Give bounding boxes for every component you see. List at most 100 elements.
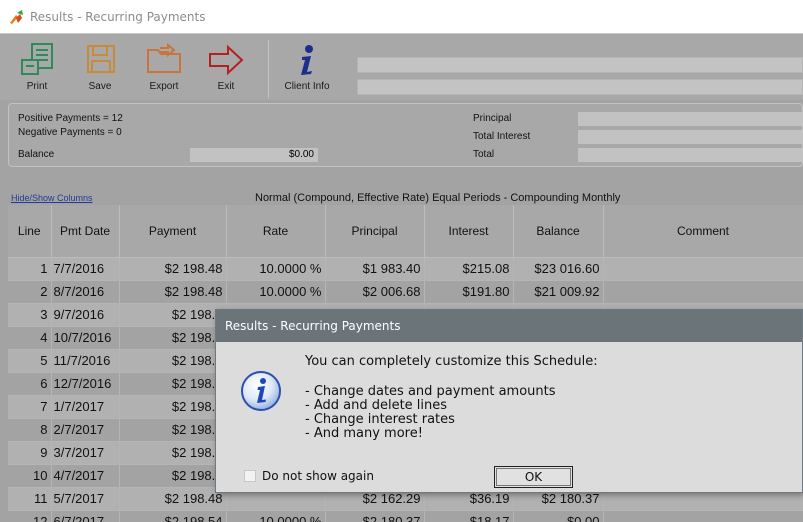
- cell-rate[interactable]: 10.0000 %: [226, 280, 326, 304]
- cell-payment[interactable]: $2 198.4: [119, 326, 227, 350]
- summary-panel: Positive Payments = 12 Negative Payments…: [8, 103, 803, 167]
- cell-principal[interactable]: $2 006.68: [325, 280, 425, 304]
- principal-label: Principal: [473, 113, 512, 124]
- cell-line[interactable]: 1: [8, 257, 52, 281]
- cell-pmt-date[interactable]: 3/7/2017: [51, 441, 120, 465]
- cell-payment[interactable]: $2 198.4: [119, 418, 227, 442]
- save-button[interactable]: Save: [76, 42, 124, 92]
- cell-line[interactable]: 11: [8, 487, 52, 511]
- principal-value: [578, 112, 803, 126]
- column-header-pmt-date[interactable]: Pmt Date: [51, 205, 120, 258]
- table-row[interactable]: 2 8/7/2016 $2 198.48 10.0000 % $2 006.68 $191…: [8, 280, 803, 304]
- cell-balance[interactable]: $23 016.60: [513, 257, 604, 281]
- exit-arrow-icon: [209, 44, 244, 76]
- cell-payment[interactable]: $2 198.48: [119, 257, 227, 281]
- table-row[interactable]: 1 7/7/2016 $2 198.48 10.0000 % $1 983.40 $215…: [8, 257, 803, 281]
- cell-pmt-date[interactable]: 8/7/2016: [51, 280, 120, 304]
- dialog-title: Results - Recurring Payments: [216, 310, 802, 342]
- schedule-caption: Normal (Compound, Effective Rate) Equal …: [255, 192, 621, 204]
- app-logo-icon: [10, 10, 23, 24]
- dialog-message: You can completely customize this Schedu…: [305, 355, 598, 441]
- column-header-balance[interactable]: Balance: [513, 205, 604, 258]
- column-header-line[interactable]: Line: [8, 205, 52, 258]
- cell-line[interactable]: 9: [8, 441, 52, 465]
- column-header-interest[interactable]: Interest: [424, 205, 514, 258]
- cell-line[interactable]: 8: [8, 418, 52, 442]
- client-name-field[interactable]: [357, 57, 803, 73]
- print-label: Print: [26, 81, 48, 92]
- dialog-list-item: - Add and delete lines: [305, 398, 448, 413]
- cell-payment[interactable]: $2 198.4: [119, 395, 227, 419]
- do-not-show-checkbox[interactable]: [244, 470, 256, 482]
- cell-line[interactable]: 12: [8, 510, 52, 522]
- balance-value: $0.00: [190, 148, 318, 162]
- cell-line[interactable]: 4: [8, 326, 52, 350]
- hide-show-columns-link[interactable]: Hide/Show Columns: [11, 193, 93, 203]
- do-not-show-label[interactable]: Do not show again: [262, 469, 374, 483]
- client-info-button[interactable]: Client Info: [283, 42, 331, 92]
- cell-pmt-date[interactable]: 1/7/2017: [51, 395, 120, 419]
- cell-interest[interactable]: $215.08: [424, 257, 514, 281]
- cell-line[interactable]: 7: [8, 395, 52, 419]
- cell-line[interactable]: 10: [8, 464, 52, 488]
- cell-balance[interactable]: $0.00: [513, 510, 604, 522]
- cell-pmt-date[interactable]: 10/7/2016: [51, 326, 120, 350]
- dialog-list-item: - Change interest rates: [305, 412, 455, 427]
- exit-button[interactable]: Exit: [202, 42, 250, 92]
- cell-comment[interactable]: [603, 510, 803, 522]
- column-header-comment[interactable]: Comment: [603, 205, 803, 258]
- balance-label: Balance: [18, 149, 55, 160]
- cell-line[interactable]: 5: [8, 349, 52, 373]
- dialog-list-item: - And many more!: [305, 426, 423, 441]
- cell-payment[interactable]: $2 198.48: [119, 280, 227, 304]
- client-info-label: Client Info: [284, 81, 330, 92]
- cell-pmt-date[interactable]: 6/7/2017: [51, 510, 120, 522]
- info-i-icon: [301, 45, 313, 75]
- cell-rate[interactable]: 10.0000 %: [226, 257, 326, 281]
- cell-pmt-date[interactable]: 7/7/2016: [51, 257, 120, 281]
- negative-payments-text: Negative Payments = 0: [18, 127, 122, 138]
- cell-comment[interactable]: [603, 280, 803, 304]
- dialog-list-item: - Change dates and payment amounts: [305, 384, 556, 399]
- export-button[interactable]: Export: [140, 42, 188, 92]
- cell-pmt-date[interactable]: 5/7/2017: [51, 487, 120, 511]
- cell-payment[interactable]: $2 198.4: [119, 464, 227, 488]
- cell-line[interactable]: 3: [8, 303, 52, 327]
- total-interest-label: Total Interest: [473, 131, 531, 142]
- cell-interest[interactable]: $191.80: [424, 280, 514, 304]
- cell-line[interactable]: 6: [8, 372, 52, 396]
- info-dialog: Results - Recurring Payments You can com…: [215, 309, 803, 493]
- cell-pmt-date[interactable]: 2/7/2017: [51, 418, 120, 442]
- exit-label: Exit: [217, 81, 235, 92]
- export-label: Export: [149, 81, 179, 92]
- cell-payment[interactable]: $2 198.48: [119, 487, 227, 511]
- cell-pmt-date[interactable]: 12/7/2016: [51, 372, 120, 396]
- cell-payment[interactable]: $2 198.4: [119, 303, 227, 327]
- cell-rate[interactable]: 10.0000 %: [226, 510, 326, 522]
- cell-comment[interactable]: [603, 257, 803, 281]
- positive-payments-text: Positive Payments = 12: [18, 113, 123, 124]
- cell-interest[interactable]: $18.17: [424, 510, 514, 522]
- title-bar: Results - Recurring Payments: [0, 0, 803, 34]
- table-row[interactable]: 12 6/7/2017 $2 198.54 10.0000 % $2 180.37 $18…: [8, 510, 803, 522]
- column-header-rate[interactable]: Rate: [226, 205, 326, 258]
- cell-balance[interactable]: $21 009.92: [513, 280, 604, 304]
- cell-payment[interactable]: $2 198.4: [119, 372, 227, 396]
- cell-payment[interactable]: $2 198.54: [119, 510, 227, 522]
- cell-pmt-date[interactable]: 4/7/2017: [51, 464, 120, 488]
- total-value: [578, 148, 803, 162]
- ok-button[interactable]: OK: [494, 466, 573, 488]
- print-button[interactable]: Print: [13, 42, 61, 92]
- printer-icon: [21, 43, 53, 75]
- cell-principal[interactable]: $2 180.37: [325, 510, 425, 522]
- info-icon: [241, 371, 281, 411]
- column-header-principal[interactable]: Principal: [325, 205, 425, 258]
- cell-principal[interactable]: $1 983.40: [325, 257, 425, 281]
- cell-payment[interactable]: $2 198.4: [119, 441, 227, 465]
- cell-payment[interactable]: $2 198.4: [119, 349, 227, 373]
- client-detail-field[interactable]: [357, 79, 803, 95]
- column-header-payment[interactable]: Payment: [119, 205, 227, 258]
- cell-line[interactable]: 2: [8, 280, 52, 304]
- cell-pmt-date[interactable]: 11/7/2016: [51, 349, 120, 373]
- cell-pmt-date[interactable]: 9/7/2016: [51, 303, 120, 327]
